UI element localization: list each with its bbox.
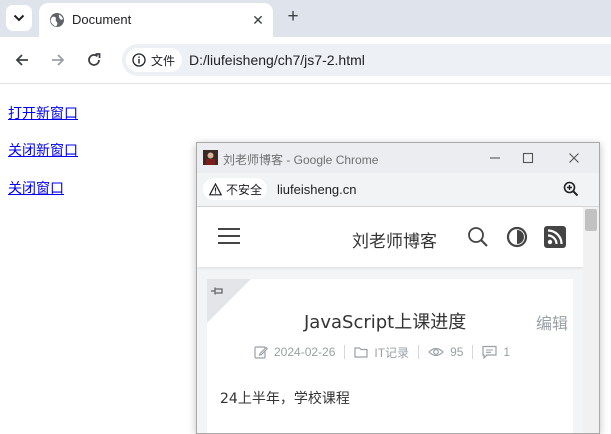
tab-close-icon[interactable]: ✕ bbox=[248, 10, 268, 30]
popup-security-label: 不安全 bbox=[226, 182, 263, 197]
tab-search-icon bbox=[13, 14, 25, 22]
reload-icon bbox=[88, 53, 101, 66]
menu-icon[interactable] bbox=[218, 227, 240, 245]
site-favicon-icon bbox=[203, 150, 218, 165]
post-comments-text: 1 bbox=[503, 345, 511, 359]
pin-icon bbox=[211, 287, 223, 295]
post-title[interactable]: JavaScript上课进度 bbox=[304, 308, 466, 334]
popup-window: 刘老师博客 - Google Chrome 不安全 liufeisheng.cn… bbox=[196, 142, 600, 434]
post-meta: 2024-02-26 IT记录 95 1 bbox=[254, 343, 510, 361]
popup-maximize-button[interactable] bbox=[516, 146, 540, 170]
popup-title-bar[interactable]: 刘老师博客 - Google Chrome bbox=[197, 143, 599, 173]
tab-search-button[interactable] bbox=[6, 5, 32, 31]
post-category-text: IT记录 bbox=[374, 345, 410, 360]
rss-icon[interactable] bbox=[544, 226, 566, 248]
reload-button[interactable] bbox=[83, 49, 105, 71]
popup-scrollbar[interactable] bbox=[583, 207, 599, 433]
folder-icon bbox=[354, 347, 368, 358]
popup-security-chip[interactable]: 不安全 bbox=[203, 178, 267, 200]
meta-divider bbox=[418, 345, 420, 359]
popup-scroll-thumb[interactable] bbox=[585, 209, 597, 231]
eye-icon bbox=[428, 347, 444, 357]
popup-url-text[interactable]: liufeisheng.cn bbox=[277, 182, 357, 197]
new-tab-button[interactable]: + bbox=[283, 6, 303, 27]
meta-divider bbox=[344, 345, 346, 359]
open-window-link[interactable]: 打开新窗口 bbox=[8, 103, 78, 123]
popup-viewport: 刘老师博客 JavaScript上课进度 编辑 2024-02-26 IT记录 bbox=[197, 207, 583, 433]
globe-icon bbox=[50, 13, 64, 27]
post-views-text: 95 bbox=[450, 345, 464, 359]
address-bar[interactable]: 文件 D:/liufeisheng/ch7/js7-2.html bbox=[122, 44, 611, 76]
site-header: 刘老师博客 bbox=[197, 207, 583, 267]
close-icon bbox=[569, 153, 579, 163]
security-label: 文件 bbox=[151, 53, 176, 68]
site-title[interactable]: 刘老师博客 bbox=[352, 227, 437, 252]
active-tab[interactable]: Document ✕ bbox=[39, 3, 273, 37]
popup-minimize-button[interactable] bbox=[483, 146, 507, 170]
back-button[interactable] bbox=[11, 49, 33, 71]
browser-toolbar: 文件 D:/liufeisheng/ch7/js7-2.html bbox=[0, 37, 611, 84]
minimize-icon bbox=[490, 157, 500, 159]
post-date-text: 2024-02-26 bbox=[274, 345, 336, 359]
post-card: JavaScript上课进度 编辑 2024-02-26 IT记录 95 1 2… bbox=[207, 279, 573, 433]
post-views: 95 bbox=[428, 345, 463, 359]
info-icon bbox=[132, 53, 146, 67]
post-comments[interactable]: 1 bbox=[482, 345, 510, 359]
search-icon[interactable] bbox=[467, 226, 489, 248]
meta-divider bbox=[472, 345, 474, 359]
close-window-link[interactable]: 关闭窗口 bbox=[8, 178, 64, 198]
forward-arrow-icon bbox=[52, 54, 65, 66]
popup-close-button[interactable] bbox=[562, 146, 586, 170]
post-excerpt: 24上半年，学校课程 bbox=[220, 391, 350, 407]
edit-date-icon bbox=[254, 346, 268, 359]
post-category[interactable]: IT记录 bbox=[354, 344, 409, 361]
popup-address-bar[interactable]: 不安全 liufeisheng.cn bbox=[197, 173, 599, 207]
tab-strip: Document ✕ + bbox=[0, 0, 611, 37]
zoom-icon[interactable] bbox=[563, 181, 579, 197]
forward-button[interactable] bbox=[47, 49, 69, 71]
warning-icon bbox=[209, 182, 222, 195]
back-arrow-icon bbox=[15, 54, 28, 66]
url-text[interactable]: D:/liufeisheng/ch7/js7-2.html bbox=[189, 52, 365, 68]
popup-title: 刘老师博客 - Google Chrome bbox=[223, 153, 379, 167]
post-date: 2024-02-26 bbox=[254, 345, 335, 359]
close-new-window-link[interactable]: 关闭新窗口 bbox=[8, 140, 78, 160]
tab-title: Document bbox=[72, 12, 132, 27]
comment-icon bbox=[482, 345, 498, 359]
maximize-icon bbox=[522, 152, 534, 164]
site-info-chip[interactable]: 文件 bbox=[126, 48, 182, 72]
theme-toggle-icon[interactable] bbox=[506, 226, 528, 248]
post-edit-link[interactable]: 编辑 bbox=[536, 310, 568, 334]
